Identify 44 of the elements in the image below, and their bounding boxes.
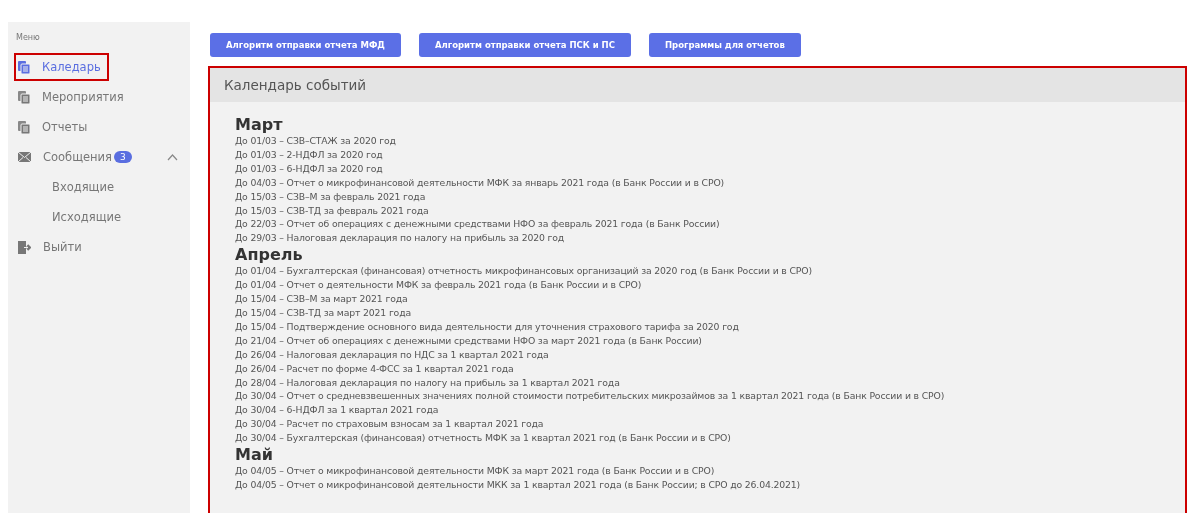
- menu-item[interactable]: Мероприятия: [14, 83, 132, 111]
- submenu-item[interactable]: Входящие: [52, 180, 114, 194]
- event-line: До 29/03 – Налоговая декларация по налогу на прибыль за 2020 год: [235, 231, 566, 246]
- month-heading: Апрель: [235, 245, 304, 265]
- event-line: До 21/04 – Отчет об операциях с денежными средствами НФО за март 2021 года (в Банк России): [235, 333, 703, 348]
- document-icon: [18, 90, 30, 104]
- action-button[interactable]: Алгоритм отправки отчета МФД: [210, 33, 401, 57]
- submenu-item[interactable]: Исходящие: [52, 210, 122, 224]
- event-line: До 04/05 – Отчет о микрофинансовой деятельности МФК за март 2021 года (в Банк России и в СРО): [235, 464, 716, 478]
- event-line: До 26/04 – Расчет по форме 4-ФСС за 1 квартал 2021 года: [235, 361, 515, 376]
- event-line: До 01/03 – 2-НДФЛ за 2020 год: [235, 147, 384, 162]
- menu-item[interactable]: Каледарь: [14, 53, 109, 81]
- document-icon: [18, 120, 30, 134]
- event-line: До 15/03 – СЗВ–М за февраль 2021 года: [235, 189, 427, 204]
- menu-title: Меню: [15, 32, 41, 44]
- mail-icon: [18, 152, 31, 162]
- event-line: До 01/04 – Бухгалтерская (финансовая) отчетность микрофинансовых организаций за 2020 год (в Банк России и в СРО): [235, 264, 813, 279]
- month-heading: Май: [235, 445, 274, 465]
- logout-icon: [18, 240, 31, 254]
- panel-title: Календарь событий: [224, 77, 367, 93]
- event-line: До 28/04 – Налоговая декларация по налогу на прибыль за 1 квартал 2021 года: [235, 375, 621, 390]
- event-line: До 15/03 – СЗВ-ТД за февраль 2021 года: [235, 203, 430, 218]
- event-line: До 30/04 – Расчет по страховым взносам за 1 квартал 2021 года: [235, 417, 545, 432]
- menu-item[interactable]: Выйти: [14, 233, 90, 261]
- event-line: До 26/04 – Налоговая декларация по НДС за 1 квартал 2021 года: [235, 347, 550, 362]
- chevron-up-icon[interactable]: [167, 153, 178, 161]
- event-line: До 15/04 – Подтверждение основного вида деятельности для уточнения страхового тарифа за 2020 год: [235, 319, 740, 334]
- event-line: До 30/04 – 6-НДФЛ за 1 квартал 2021 года: [235, 403, 440, 418]
- document-icon: [18, 60, 30, 74]
- count-badge: 3: [114, 151, 132, 163]
- event-line: До 04/03 – Отчет о микрофинансовой деятельности МФК за январь 2021 года (в Банк России и в СРО): [235, 175, 726, 190]
- menu-item[interactable]: Отчеты: [14, 113, 96, 141]
- month-heading: Март: [235, 115, 284, 134]
- event-line: До 01/04 – Отчет о деятельности МФК за февраль 2021 года (в Банк России и в СРО): [235, 278, 643, 293]
- action-button[interactable]: Алгоритм отправки отчета ПСК и ПС: [418, 33, 631, 57]
- event-line: До 30/04 – Отчет о средневзвешенных значениях полной стоимости потребительских микрозаймов за 1 квартал 2021 года (в Банк России и в СРО): [235, 389, 946, 404]
- event-line: До 22/03 – Отчет об операциях с денежными средствами НФО за февраль 2021 года (в Банк России): [235, 217, 721, 232]
- event-line: До 04/05 – Отчет о микрофинансовой деятельности МКК за 1 квартал 2021 года (в Банк России; в СРО до 26.04.2021): [235, 477, 802, 492]
- event-line: До 15/04 – СЗВ–М за март 2021 года: [235, 292, 409, 306]
- event-line: До 15/04 – СЗВ-ТД за март 2021 года: [235, 305, 412, 320]
- event-line: До 01/03 – СЗВ–СТАЖ за 2020 год: [235, 134, 397, 148]
- event-line: До 01/03 – 6-НДФЛ за 2020 год: [235, 161, 384, 176]
- action-button[interactable]: Программы для отчетов: [648, 33, 801, 57]
- event-line: До 30/04 – Бухгалтерская (финансовая) отчетность МФК за 1 квартал 2021 год (в Банк России и в СРО): [235, 431, 732, 446]
